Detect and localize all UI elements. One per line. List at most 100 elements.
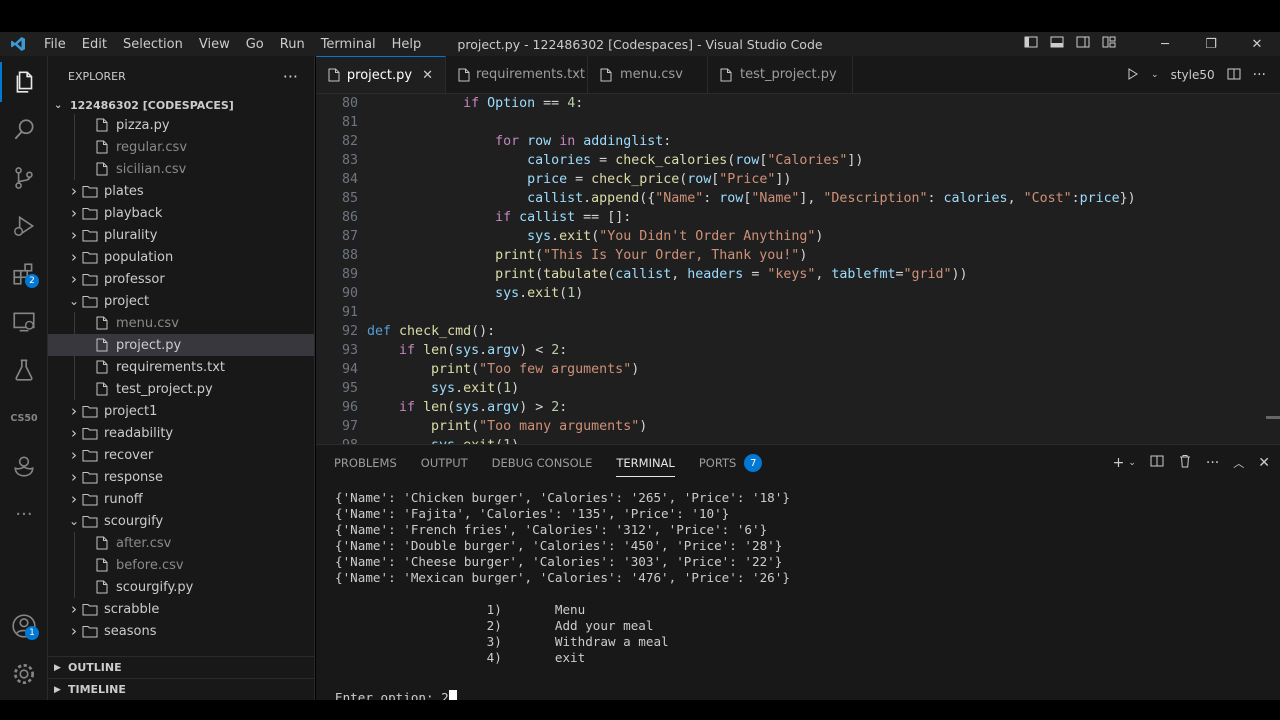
folder-item[interactable]: › plates xyxy=(48,180,314,202)
folder-item[interactable]: › playback xyxy=(48,202,314,224)
maximize-panel-icon[interactable]: ︿ xyxy=(1233,455,1244,471)
tab-requirements-txt[interactable]: requirements.txt xyxy=(446,56,588,93)
close-window-icon[interactable]: ✕ xyxy=(1234,37,1280,52)
minimize-icon[interactable]: ─ xyxy=(1142,37,1188,52)
toggle-secondary-sidebar-icon[interactable] xyxy=(1070,35,1096,53)
remote-explorer-icon[interactable] xyxy=(0,302,48,342)
file-item[interactable]: menu.csv xyxy=(48,312,314,334)
run-debug-icon[interactable] xyxy=(0,206,48,246)
folder-item[interactable]: › population xyxy=(48,246,314,268)
new-terminal-icon[interactable]: + xyxy=(1113,455,1125,471)
line-number: 83 xyxy=(341,153,358,168)
panel-tab-debug-console[interactable]: DEBUG CONSOLE xyxy=(492,445,593,481)
folder-item[interactable]: › plurality xyxy=(48,224,314,246)
panel-tab-ports[interactable]: PORTS 7 xyxy=(699,445,763,481)
split-editor-icon[interactable] xyxy=(1227,67,1241,84)
folder-item[interactable]: › project1 xyxy=(48,400,314,422)
file-icon xyxy=(458,68,470,82)
menu-item-go[interactable]: Go xyxy=(238,37,272,52)
file-item[interactable]: after.csv xyxy=(48,532,314,554)
folder-item[interactable]: › recover xyxy=(48,444,314,466)
run-file-icon[interactable] xyxy=(1127,67,1139,83)
panel-tab-terminal[interactable]: TERMINAL xyxy=(616,445,676,481)
folder-item[interactable]: › professor xyxy=(48,268,314,290)
timeline-section[interactable]: ▶ TIMELINE xyxy=(48,678,314,700)
extensions-icon[interactable]: 2 xyxy=(0,254,48,294)
code-text: if len(sys.argv) > 2: xyxy=(399,400,568,415)
line-number: 97 xyxy=(341,419,358,434)
folder-item[interactable]: › response xyxy=(48,466,314,488)
menu-item-run[interactable]: Run xyxy=(272,37,313,52)
explorer-more-icon[interactable]: ··· xyxy=(283,67,298,86)
folder-item[interactable]: › runoff xyxy=(48,488,314,510)
terminal-dropdown-icon[interactable]: ⌄ xyxy=(1128,458,1136,468)
testing-icon[interactable] xyxy=(0,350,48,390)
close-tab-icon[interactable]: ✕ xyxy=(422,68,433,83)
terminal-line: {'Name': 'Chicken burger', 'Calories': '… xyxy=(335,490,790,505)
window-controls: ─ ❐ ✕ xyxy=(1018,32,1280,56)
code-editor[interactable]: 80 if Option == 4: 81 82 for row in adding… xyxy=(316,94,1280,444)
folder-item[interactable]: ⌄ scourgify xyxy=(48,510,314,532)
file-item[interactable]: pizza.py xyxy=(48,114,314,136)
tab-menu-csv[interactable]: menu.csv xyxy=(588,56,708,93)
outline-section[interactable]: ▶ OUTLINE xyxy=(48,656,314,678)
menu-item-view[interactable]: View xyxy=(191,37,238,52)
file-item[interactable]: scourgify.py xyxy=(48,576,314,598)
style50-button[interactable]: style50 xyxy=(1171,68,1215,82)
vscode-logo-icon xyxy=(0,36,36,52)
ducky-icon[interactable] xyxy=(0,446,48,486)
line-number: 88 xyxy=(341,248,358,263)
file-icon xyxy=(94,382,110,396)
terminal-output[interactable]: {'Name': 'Chicken burger', 'Calories': '… xyxy=(335,490,790,706)
file-item[interactable]: requirements.txt xyxy=(48,356,314,378)
menu-item-terminal[interactable]: Terminal xyxy=(313,37,384,52)
run-dropdown-icon[interactable]: ⌄ xyxy=(1151,70,1159,80)
folder-item[interactable]: › seasons xyxy=(48,620,314,642)
code-text: price = check_price(row["Price"]) xyxy=(527,172,792,187)
folder-icon xyxy=(82,250,98,264)
tab-test-project-py[interactable]: test_project.py xyxy=(708,56,853,93)
kill-terminal-icon[interactable] xyxy=(1178,454,1192,472)
tree-item-label: project.py xyxy=(116,337,182,353)
code-line: 81 xyxy=(316,113,1280,132)
customize-layout-icon[interactable] xyxy=(1096,35,1122,53)
bottom-panel: PROBLEMS OUTPUT DEBUG CONSOLE TERMINAL PORTS… xyxy=(316,444,1280,705)
account-icon[interactable]: 1 xyxy=(0,606,48,646)
file-item[interactable]: regular.csv xyxy=(48,136,314,158)
manage-gear-icon[interactable] xyxy=(0,654,48,694)
toggle-panel-icon[interactable] xyxy=(1044,35,1070,53)
split-terminal-icon[interactable] xyxy=(1150,454,1164,472)
search-icon[interactable] xyxy=(0,110,48,150)
cs50-icon[interactable]: CS50 xyxy=(0,398,48,438)
file-item[interactable]: before.csv xyxy=(48,554,314,576)
file-item[interactable]: sicilian.csv xyxy=(48,158,314,180)
menu-item-selection[interactable]: Selection xyxy=(115,37,191,52)
file-item[interactable]: project.py xyxy=(48,334,314,356)
file-icon xyxy=(94,162,110,176)
menu-item-edit[interactable]: Edit xyxy=(74,37,115,52)
source-control-icon[interactable] xyxy=(0,158,48,198)
file-item[interactable]: test_project.py xyxy=(48,378,314,400)
panel-tab-problems[interactable]: PROBLEMS xyxy=(334,445,397,481)
restore-icon[interactable]: ❐ xyxy=(1188,37,1234,52)
close-panel-icon[interactable]: ✕ xyxy=(1258,455,1270,471)
line-number: 89 xyxy=(341,267,358,282)
toggle-sidebar-icon[interactable] xyxy=(1018,35,1044,53)
menu-item-help[interactable]: Help xyxy=(384,37,430,52)
tab-project-py[interactable]: project.py ✕ xyxy=(316,56,446,93)
panel-tab-label: DEBUG CONSOLE xyxy=(491,456,593,470)
panel-more-icon[interactable]: ··· xyxy=(1206,455,1219,471)
chevron-right-icon: › xyxy=(71,424,77,442)
more-icon[interactable]: ··· xyxy=(0,494,48,534)
panel-tab-output[interactable]: OUTPUT xyxy=(421,445,468,481)
folder-item[interactable]: ⌄ project xyxy=(48,290,314,312)
folder-item[interactable]: › scrabble xyxy=(48,598,314,620)
folder-item[interactable]: › readability xyxy=(48,422,314,444)
editor-more-icon[interactable]: ··· xyxy=(1253,67,1266,83)
file-icon xyxy=(94,140,110,154)
menu-item-file[interactable]: File xyxy=(36,37,74,52)
workspace-root[interactable]: ⌄ 122486302 [CODESPACES] xyxy=(48,96,314,114)
explorer-icon[interactable] xyxy=(0,62,48,102)
